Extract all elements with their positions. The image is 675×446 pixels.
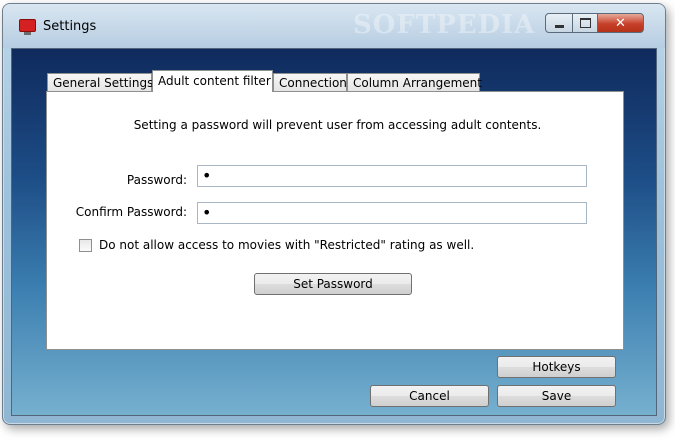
tab-general-settings[interactable]: General Settings: [47, 73, 154, 92]
tab-label: General Settings: [53, 76, 154, 90]
maximize-button[interactable]: [572, 13, 598, 33]
cancel-button[interactable]: Cancel: [370, 385, 489, 407]
monitor-app-icon: [19, 19, 36, 35]
confirm-password-field[interactable]: •: [197, 202, 587, 224]
close-button[interactable]: ✕: [597, 13, 644, 33]
tab-label: Adult content filter: [158, 74, 271, 88]
tab-label: Column Arrangement: [353, 76, 482, 90]
window-title: Settings: [43, 19, 97, 34]
restricted-rating-checkbox[interactable]: [79, 239, 92, 252]
maximize-icon: [579, 18, 591, 28]
tab-adult-content-filter[interactable]: Adult content filter: [152, 70, 273, 92]
minimize-button[interactable]: [545, 13, 573, 33]
set-password-button[interactable]: Set Password: [254, 273, 412, 295]
restricted-rating-label: Do not allow access to movies with "Rest…: [99, 238, 475, 252]
title-bar[interactable]: Settings SOFTPEDIA ✕: [3, 4, 665, 48]
password-label: Password:: [126, 173, 187, 187]
minimize-icon: [554, 25, 564, 28]
close-icon: ✕: [615, 15, 626, 31]
tab-connection[interactable]: Connection: [273, 73, 347, 92]
save-button[interactable]: Save: [497, 385, 616, 407]
password-field[interactable]: •: [197, 165, 587, 187]
tab-column-arrangement[interactable]: Column Arrangement: [347, 73, 482, 92]
filter-info-text: Setting a password will prevent user fro…: [133, 118, 542, 132]
tab-label: Connection: [279, 76, 347, 90]
hotkeys-button[interactable]: Hotkeys: [497, 356, 616, 378]
confirm-password-label: Confirm Password:: [75, 205, 187, 219]
softpedia-watermark: SOFTPEDIA: [353, 10, 536, 40]
